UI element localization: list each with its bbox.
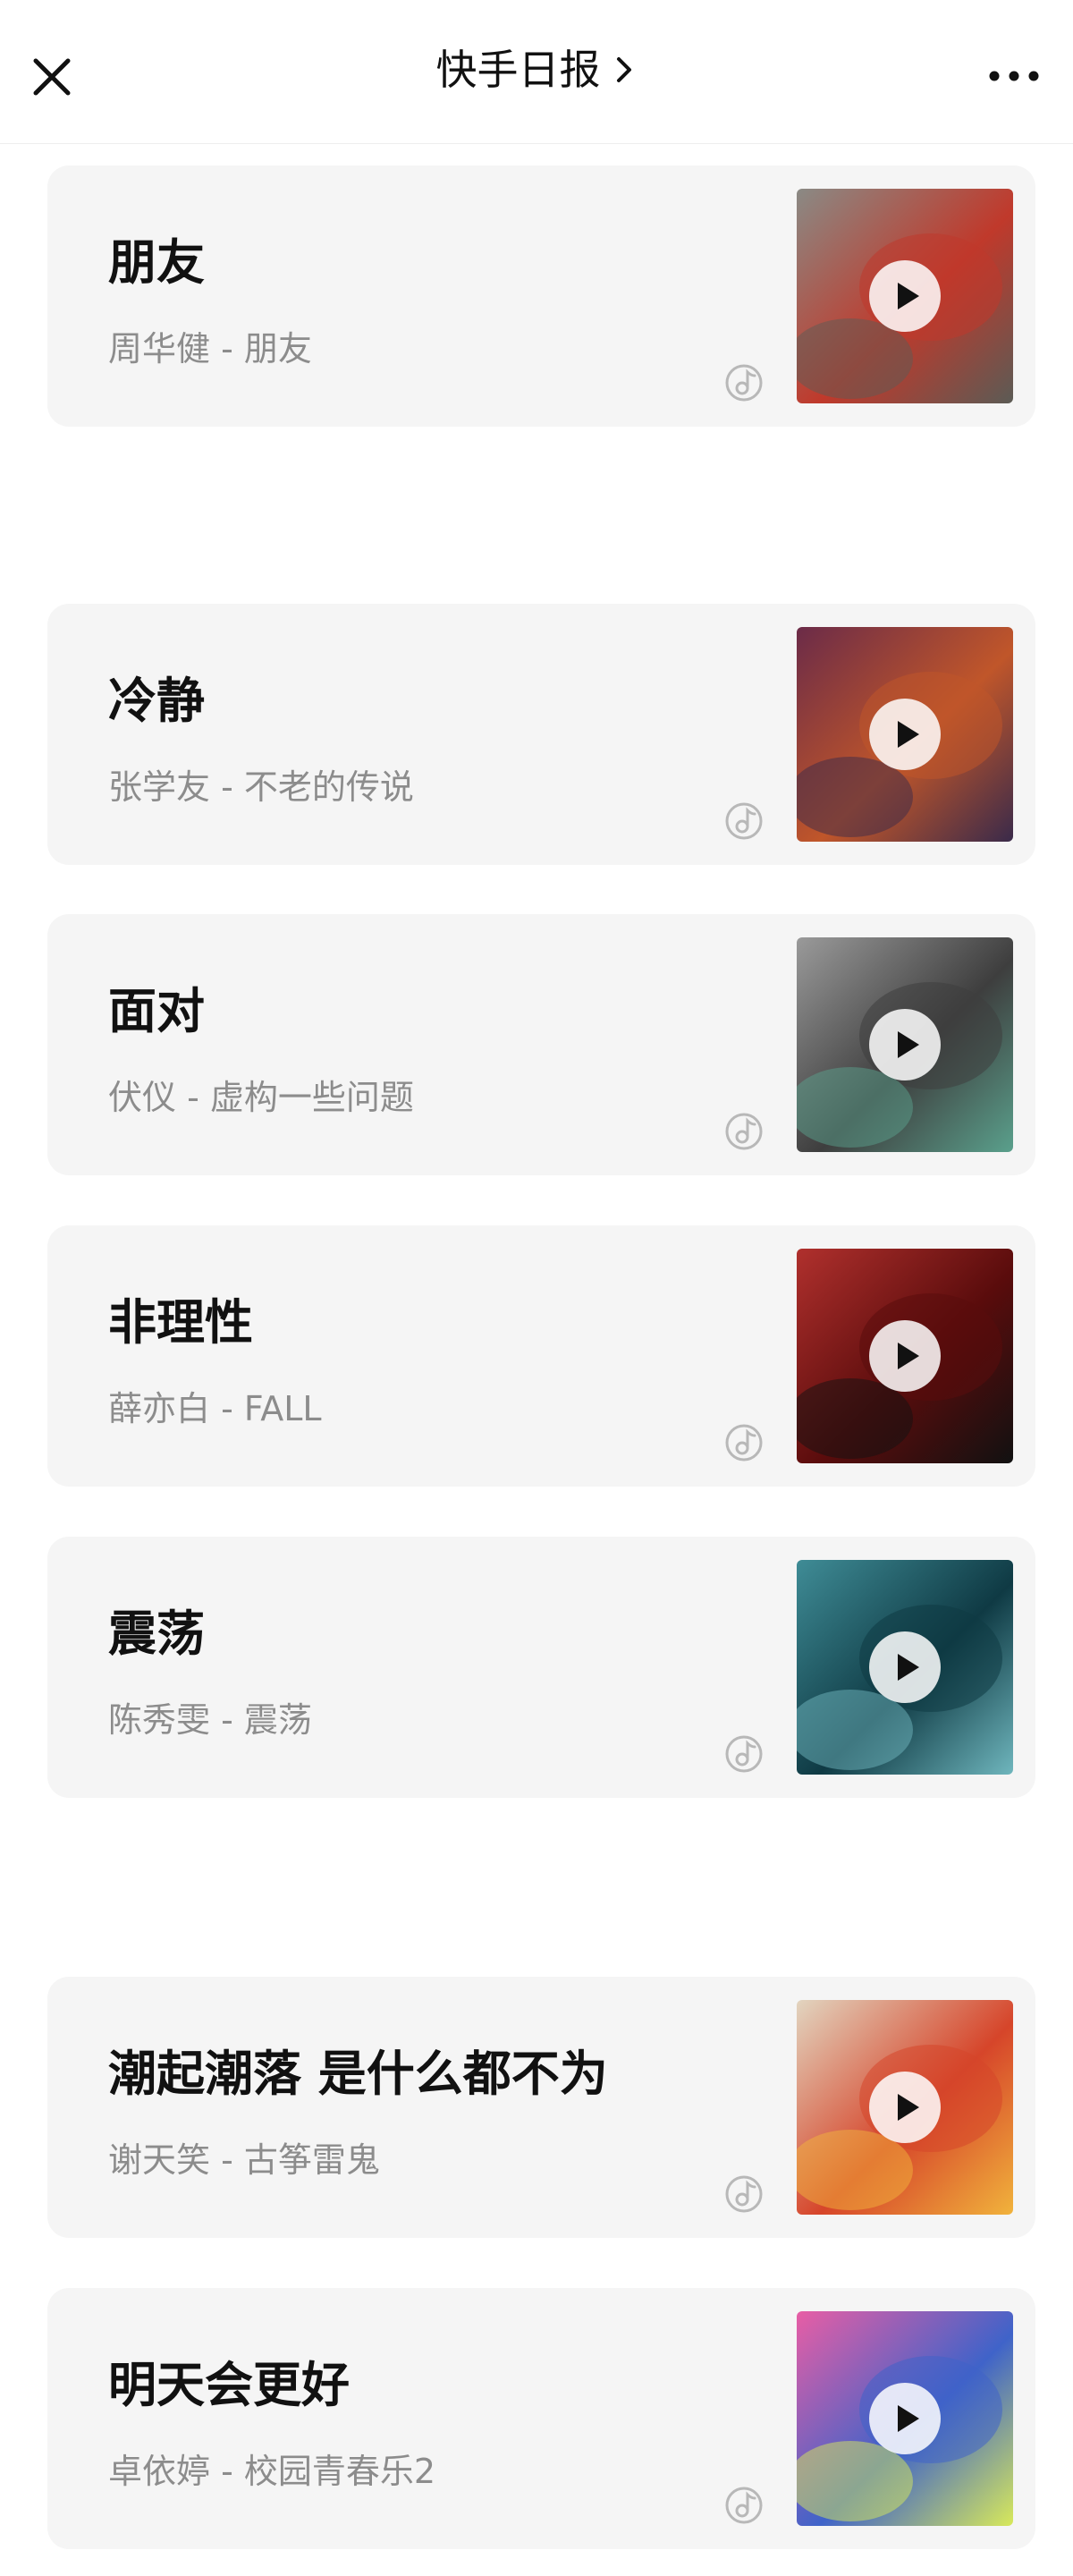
- song-title: 面对: [108, 983, 205, 1039]
- music-note-icon: [725, 802, 763, 840]
- song-artist-album: 张学友 - 不老的传说: [108, 767, 414, 807]
- more-icon: [989, 71, 1039, 81]
- song-title: 朋友: [108, 234, 205, 291]
- album-cover[interactable]: [797, 2311, 1013, 2526]
- song-title: 非理性: [108, 1294, 253, 1351]
- song-artist-album: 谢天笑 - 古筝雷鬼: [108, 2140, 380, 2180]
- song-card[interactable]: 明天会更好 卓依婷 - 校园青春乐2: [47, 2288, 1035, 2549]
- play-button[interactable]: [869, 699, 941, 770]
- play-icon: [898, 1343, 919, 1369]
- album-cover[interactable]: [797, 2000, 1013, 2215]
- album-cover[interactable]: [797, 627, 1013, 842]
- album-cover[interactable]: [797, 937, 1013, 1152]
- music-note-icon: [725, 1735, 763, 1773]
- play-icon: [898, 1654, 919, 1681]
- album-cover[interactable]: [797, 1249, 1013, 1463]
- music-note-icon: [725, 2175, 763, 2213]
- song-artist-album: 薛亦白 - FALL: [108, 1389, 322, 1428]
- song-card[interactable]: 面对 伏仪 - 虚构一些问题: [47, 914, 1035, 1175]
- play-icon: [898, 2405, 919, 2432]
- play-icon: [898, 721, 919, 748]
- play-button[interactable]: [869, 2383, 941, 2454]
- song-title: 明天会更好: [108, 2357, 350, 2413]
- song-card[interactable]: 潮起潮落 是什么都不为 谢天笑 - 古筝雷鬼: [47, 1977, 1035, 2238]
- play-button[interactable]: [869, 2072, 941, 2143]
- song-title: 潮起潮落 是什么都不为: [108, 2046, 608, 2102]
- song-card[interactable]: 非理性 薛亦白 - FALL: [47, 1225, 1035, 1487]
- page-title: 快手日报: [435, 46, 601, 94]
- play-icon: [898, 283, 919, 309]
- chevron-right-icon: [616, 57, 631, 83]
- song-artist-album: 周华健 - 朋友: [108, 329, 312, 369]
- album-cover[interactable]: [797, 189, 1013, 403]
- play-button[interactable]: [869, 260, 941, 332]
- play-icon: [898, 2094, 919, 2121]
- song-artist-album: 伏仪 - 虚构一些问题: [108, 1078, 414, 1117]
- song-artist-album: 陈秀雯 - 震荡: [108, 1700, 312, 1740]
- header-title-link[interactable]: 快手日报: [0, 41, 1073, 98]
- play-button[interactable]: [869, 1631, 941, 1703]
- music-note-icon: [725, 364, 763, 402]
- music-note-icon: [725, 2487, 763, 2524]
- song-card[interactable]: 震荡 陈秀雯 - 震荡: [47, 1537, 1035, 1798]
- play-button[interactable]: [869, 1009, 941, 1080]
- song-card[interactable]: 朋友 周华健 - 朋友: [47, 165, 1035, 427]
- album-cover[interactable]: [797, 1560, 1013, 1775]
- play-button[interactable]: [869, 1320, 941, 1392]
- play-icon: [898, 1031, 919, 1058]
- song-artist-album: 卓依婷 - 校园青春乐2: [108, 2452, 436, 2491]
- song-card[interactable]: 冷静 张学友 - 不老的传说: [47, 604, 1035, 865]
- music-note-icon: [725, 1113, 763, 1150]
- top-bar: 快手日报: [0, 0, 1073, 144]
- song-title: 冷静: [108, 673, 205, 729]
- song-title: 震荡: [108, 1606, 205, 1662]
- more-options-button[interactable]: [985, 63, 1043, 89]
- music-note-icon: [725, 1424, 763, 1462]
